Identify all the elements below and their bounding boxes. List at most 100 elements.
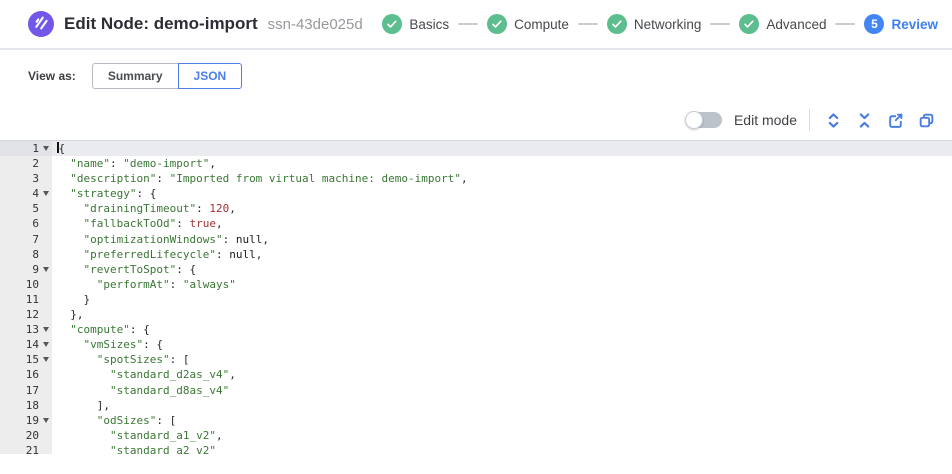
line-gutter: 18 [0,398,52,413]
code-line[interactable]: "compute": { [52,322,150,337]
step-check-icon [487,14,507,34]
fold-arrow-icon [43,357,49,362]
code-line[interactable]: "optimizationWindows": null, [52,232,269,247]
code-line[interactable]: "standard_a1_v2", [52,428,223,443]
line-gutter: 20 [0,428,52,443]
step-networking[interactable]: Networking [607,14,702,34]
code-line[interactable]: "drainingTimeout": 120, [52,201,236,216]
editor-line: 2 "name": "demo-import", [0,156,952,171]
step-label: Advanced [766,17,826,32]
code-line[interactable]: "fallbackToOd": true, [52,216,223,231]
line-number: 3 [0,171,39,186]
code-line[interactable]: "vmSizes": { [52,337,163,352]
expand-all-icon[interactable] [822,109,845,132]
fold-arrow-icon [43,146,49,151]
fold-toggle[interactable] [39,191,52,196]
line-number: 19 [0,413,39,428]
editor-line: 14 "vmSizes": { [0,337,952,352]
header: Edit Node: demo-import ssn-43de025d Basi… [0,0,952,50]
step-review[interactable]: 5Review [864,14,938,34]
step-connector [458,23,478,25]
editor-line: 16 "standard_d2as_v4", [0,367,952,382]
code-line[interactable]: "performAt": "always" [52,277,236,292]
line-number: 4 [0,186,39,201]
copy-icon[interactable] [915,109,938,132]
editor-line: 8 "preferredLifecycle": null, [0,247,952,262]
fold-arrow-icon [43,418,49,423]
step-label: Compute [514,17,569,32]
line-number: 9 [0,262,39,277]
code-line[interactable]: "preferredLifecycle": null, [52,247,262,262]
line-gutter: 14 [0,337,52,352]
line-number: 17 [0,383,39,398]
editor-line: 3 "description": "Imported from virtual … [0,171,952,186]
code-line[interactable]: }, [52,307,84,322]
line-number: 16 [0,367,39,382]
code-line[interactable]: "standard_a2_v2" [52,443,216,454]
line-number: 18 [0,398,39,413]
step-connector [578,23,598,25]
line-gutter: 11 [0,292,52,307]
code-line[interactable]: "strategy": { [52,186,156,201]
editor-line: 12 }, [0,307,952,322]
step-advanced[interactable]: Advanced [739,14,826,34]
line-number: 21 [0,443,39,454]
line-number: 20 [0,428,39,443]
line-gutter: 17 [0,383,52,398]
code-line[interactable]: } [52,292,90,307]
fold-toggle[interactable] [39,342,52,347]
node-id: ssn-43de025d [268,16,363,33]
line-number: 12 [0,307,39,322]
edit-node-page: Edit Node: demo-import ssn-43de025d Basi… [0,0,952,474]
code-line[interactable]: "odSizes": [ [52,413,176,428]
step-compute[interactable]: Compute [487,14,569,34]
view-as-summary-button[interactable]: Summary [92,63,179,89]
edit-mode-label: Edit mode [734,112,797,128]
fold-toggle[interactable] [39,418,52,423]
step-label: Basics [409,17,449,32]
fold-toggle[interactable] [39,357,52,362]
code-line[interactable]: "revertToSpot": { [52,262,196,277]
line-number: 7 [0,232,39,247]
line-gutter: 7 [0,232,52,247]
line-number: 5 [0,201,39,216]
fold-arrow-icon [43,327,49,332]
edit-mode-toggle[interactable] [686,112,722,128]
step-label: Review [891,17,938,32]
view-as-row: View as: Summary JSON [28,62,952,90]
line-gutter: 4 [0,186,52,201]
line-number: 11 [0,292,39,307]
editor-line: 11 } [0,292,952,307]
json-editor[interactable]: 1{2 "name": "demo-import",3 "description… [0,140,952,454]
code-line[interactable]: "standard_d8as_v4" [52,383,229,398]
code-line[interactable]: "description": "Imported from virtual ma… [52,171,468,186]
editor-toolbar: Edit mode [0,108,952,132]
line-gutter: 6 [0,216,52,231]
fold-toggle[interactable] [39,146,52,151]
toolbar-divider [809,109,810,131]
line-gutter: 8 [0,247,52,262]
line-gutter: 21 [0,443,52,454]
fold-toggle[interactable] [39,327,52,332]
editor-line: 18 ], [0,398,952,413]
editor-line: 9 "revertToSpot": { [0,262,952,277]
line-number: 6 [0,216,39,231]
editor-line: 4 "strategy": { [0,186,952,201]
code-line[interactable]: { [52,141,65,156]
step-connector [710,23,730,25]
export-icon[interactable] [884,109,907,132]
line-gutter: 15 [0,352,52,367]
line-gutter: 1 [0,141,52,156]
line-number: 15 [0,352,39,367]
code-line[interactable]: ], [52,398,110,413]
code-line[interactable]: "spotSizes": [ [52,352,189,367]
step-basics[interactable]: Basics [382,14,449,34]
editor-line: 20 "standard_a1_v2", [0,428,952,443]
collapse-all-icon[interactable] [853,109,876,132]
view-as-json-button[interactable]: JSON [178,63,243,89]
line-number: 8 [0,247,39,262]
fold-toggle[interactable] [39,267,52,272]
code-line[interactable]: "name": "demo-import", [52,156,216,171]
editor-line: 13 "compute": { [0,322,952,337]
code-line[interactable]: "standard_d2as_v4", [52,367,236,382]
